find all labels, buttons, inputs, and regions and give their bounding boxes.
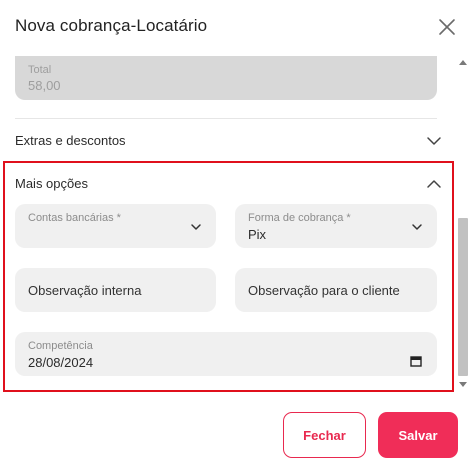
forma-cobranca-label: Forma de cobrança * <box>248 212 351 224</box>
modal-header: Nova cobrança-Locatário <box>0 0 469 56</box>
chevron-up-icon <box>426 176 442 192</box>
contas-bancarias-label: Contas bancárias * <box>28 212 121 224</box>
chevron-down-icon <box>189 220 203 234</box>
scroll-down-arrow-icon[interactable] <box>459 382 467 387</box>
close-icon[interactable] <box>436 16 458 38</box>
observacao-cliente-placeholder: Observação para o cliente <box>248 283 400 298</box>
divider <box>15 162 437 163</box>
contas-bancarias-select[interactable]: Contas bancárias * <box>15 204 216 248</box>
calendar-icon[interactable] <box>409 354 423 368</box>
extras-descontos-toggle[interactable]: Extras e descontos <box>15 129 442 153</box>
fechar-button[interactable]: Fechar <box>283 412 366 458</box>
total-field: Total 58,00 <box>15 56 437 100</box>
extras-descontos-label: Extras e descontos <box>15 133 126 148</box>
chevron-down-icon <box>410 220 424 234</box>
mais-opcoes-toggle[interactable]: Mais opções <box>15 172 442 196</box>
chevron-down-icon <box>426 133 442 149</box>
scrollbar-thumb[interactable] <box>458 218 468 376</box>
competencia-label: Competência <box>28 340 93 352</box>
total-value: 58,00 <box>28 78 61 93</box>
scroll-up-arrow-icon[interactable] <box>459 60 467 65</box>
observacao-cliente-input[interactable]: Observação para o cliente <box>235 268 437 312</box>
divider <box>15 118 437 119</box>
modal-body: Total 58,00 Extras e descontos Mais opçõ… <box>0 56 469 392</box>
total-label: Total <box>28 64 52 76</box>
observacao-interna-input[interactable]: Observação interna <box>15 268 216 312</box>
competencia-date-input[interactable]: Competência 28/08/2024 <box>15 332 437 376</box>
salvar-button[interactable]: Salvar <box>378 412 458 458</box>
scrollbar[interactable] <box>457 56 469 392</box>
forma-cobranca-value: Pix <box>248 227 267 242</box>
observacao-interna-placeholder: Observação interna <box>28 283 142 298</box>
modal-title: Nova cobrança-Locatário <box>15 16 208 35</box>
competencia-value: 28/08/2024 <box>28 355 94 370</box>
forma-cobranca-select[interactable]: Forma de cobrança * Pix <box>235 204 437 248</box>
mais-opcoes-label: Mais opções <box>15 176 88 191</box>
